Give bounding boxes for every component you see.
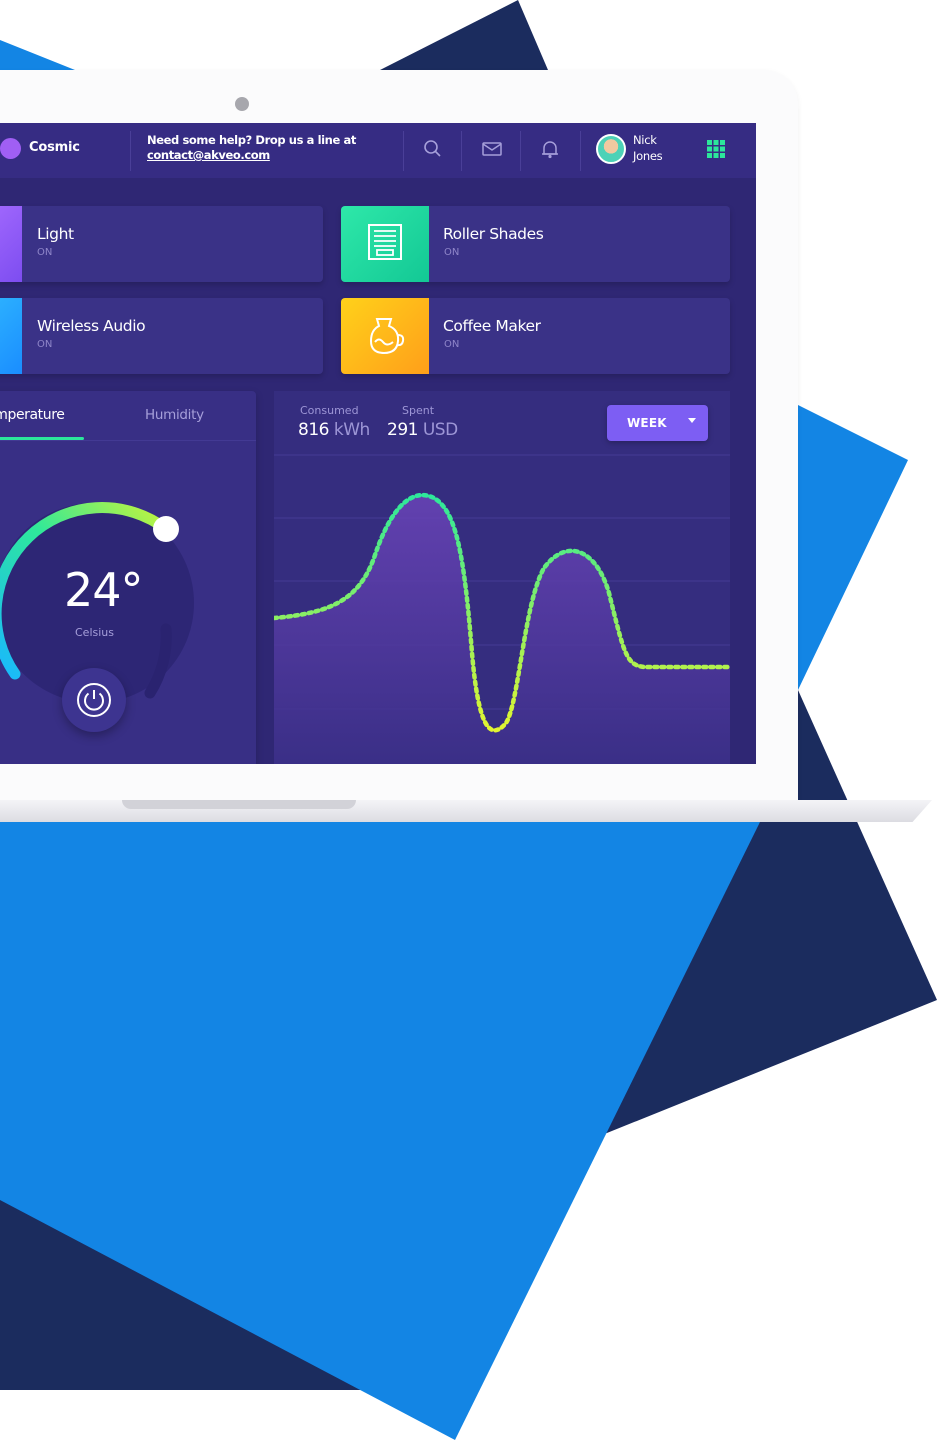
bell-icon[interactable] (538, 137, 562, 161)
spent-value: 291 USD (387, 420, 458, 440)
logo-icon[interactable] (0, 138, 21, 159)
divider (520, 131, 521, 171)
grid-icon[interactable] (706, 139, 726, 159)
consumed-unit: kWh (333, 420, 370, 440)
blue-shape (798, 405, 908, 690)
dial-handle[interactable] (153, 516, 179, 542)
blue-shape (0, 40, 75, 70)
divider (403, 131, 404, 171)
consumed-label: Consumed (300, 404, 359, 417)
mail-icon[interactable] (480, 137, 504, 161)
power-button[interactable] (62, 668, 126, 732)
speaker-icon (0, 298, 22, 374)
coffee-icon-tile (341, 298, 429, 374)
device-card-roller-shades[interactable]: Roller Shades ON (341, 206, 730, 282)
help-text: Need some help? Drop us a line at (147, 133, 356, 147)
user-last-name[interactable]: Jones (633, 149, 663, 163)
consumed-number: 816 (298, 420, 329, 440)
shades-icon (368, 224, 402, 260)
divider (580, 131, 581, 171)
device-status: ON (37, 339, 53, 350)
divider (461, 131, 462, 171)
temperature-unit: Celsius (75, 626, 114, 639)
tabs-divider (0, 440, 256, 441)
device-status: ON (444, 247, 460, 258)
search-icon[interactable] (421, 137, 445, 161)
user-first-name[interactable]: Nick (633, 133, 657, 147)
brand-name[interactable]: Cosmic (29, 140, 80, 155)
avatar[interactable] (596, 134, 626, 164)
bulb-icon (0, 206, 22, 282)
tab-humidity[interactable]: Humidity (145, 407, 204, 423)
device-card-light[interactable]: Light ON (0, 206, 323, 282)
device-name: Light (37, 225, 74, 243)
device-card-wireless-audio[interactable]: Wireless Audio ON (0, 298, 323, 374)
dashboard-screen: Cosmic Need some help? Drop us a line at… (0, 123, 756, 764)
device-name: Roller Shades (443, 225, 544, 243)
device-status: ON (444, 339, 460, 350)
period-label: WEEK (627, 416, 667, 430)
power-icon (77, 683, 111, 717)
shades-icon-tile (341, 206, 429, 282)
navy-shape (380, 0, 548, 70)
chevron-down-icon (688, 418, 696, 423)
chart-area (274, 495, 730, 764)
camera-dot (235, 97, 249, 111)
active-tab-indicator (0, 437, 84, 440)
device-name: Wireless Audio (37, 317, 146, 335)
consumption-chart (274, 454, 730, 764)
device-name: Coffee Maker (443, 317, 541, 335)
tab-temperature[interactable]: emperature (0, 407, 65, 423)
consumed-value: 816 kWh (298, 420, 370, 440)
help-email-link[interactable]: contact@akveo.com (147, 148, 270, 162)
coffee-icon (369, 318, 405, 355)
period-dropdown[interactable]: WEEK (607, 405, 708, 441)
spent-label: Spent (402, 404, 435, 417)
spent-unit: USD (422, 420, 458, 440)
top-header: Cosmic Need some help? Drop us a line at… (0, 123, 756, 178)
spent-number: 291 (387, 420, 418, 440)
divider (130, 131, 131, 171)
device-status: ON (37, 247, 53, 258)
laptop-hinge (122, 800, 356, 809)
temperature-value: 24° (64, 563, 144, 617)
device-card-coffee-maker[interactable]: Coffee Maker ON (341, 298, 730, 374)
